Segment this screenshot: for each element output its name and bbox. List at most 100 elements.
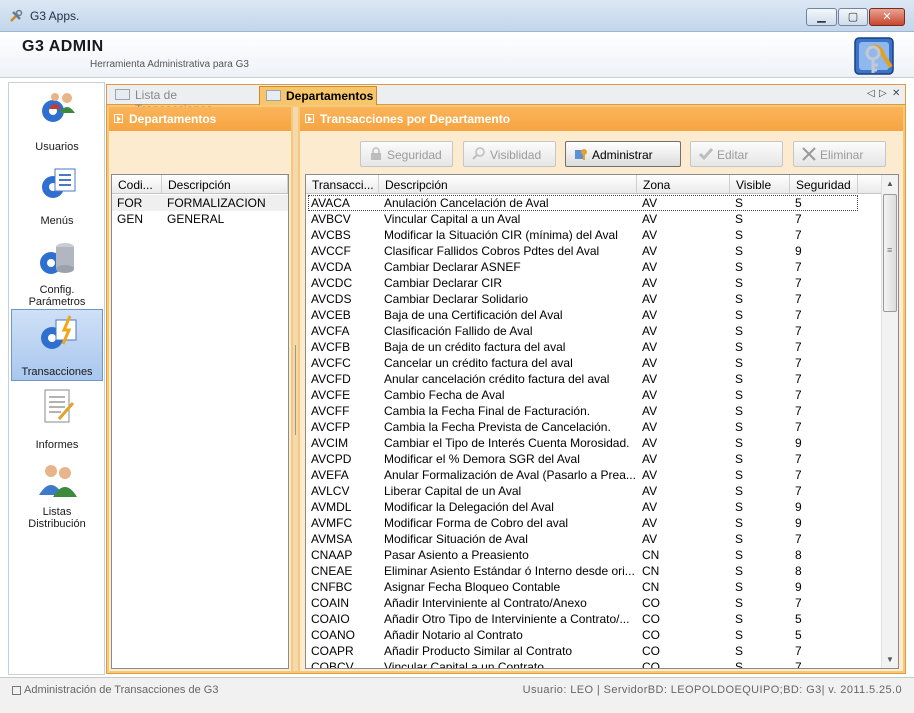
maximize-button[interactable]: ▢ [838,8,868,26]
scroll-thumb[interactable]: ≡ [883,194,897,312]
vertical-scrollbar[interactable]: ▲ ≡ ▼ [881,175,898,668]
cell-visible: S [735,260,744,274]
status-right-text: Usuario: LEO | ServidorBD: LEOPOLDOEQUIP… [522,684,902,696]
table-row[interactable]: AVEFA Anular Formalización de Aval (Pasar… [306,467,898,483]
cell-visible: S [735,308,744,322]
cell-transaccion: AVEFA [311,468,349,482]
cell-zona: AV [642,356,658,370]
cell-visible: S [735,388,744,402]
app-header: G3 ADMIN Herramienta Administrativa para… [0,32,914,78]
nav-item-transacciones[interactable]: Transacciones [11,309,103,381]
table-row[interactable]: AVCBS Modificar la Situación CIR (mínima)… [306,227,898,243]
tab-departamentos[interactable]: Departamentos [259,86,377,105]
admin-key-icon [575,149,587,160]
tab-lista-transacciones[interactable]: Lista de Transacciones [109,86,259,116]
column-header-descripcion[interactable]: Descripción [379,175,637,193]
cell-visible: S [735,644,744,658]
status-left-text: Administración de Transacciones de G3 [24,684,219,696]
table-row[interactable]: AVCDA Cambiar Declarar ASNEF AV S 7 [306,259,898,275]
close-icon: ✕ [882,11,892,23]
table-row[interactable]: AVCDC Cambiar Declarar CIR AV S 7 [306,275,898,291]
table-row[interactable]: AVMDL Modificar la Delegación del Aval AV S… [306,499,898,515]
scroll-down-icon[interactable]: ▼ [882,651,898,668]
table-row[interactable]: AVCFE Cambio Fecha de Aval AV S 7 [306,387,898,403]
tab-close-icon[interactable]: ✕ [892,88,900,99]
cell-descripcion: Modificar el % Demora SGR del Aval [384,452,580,466]
table-row[interactable]: AVCFF Cambia la Fecha Final de Facturació… [306,403,898,419]
editar-button[interactable]: Editar [690,141,783,167]
cell-seguridad: 7 [795,372,802,386]
column-header-codigo[interactable]: Codi... [112,175,162,193]
cell-seguridad: 7 [795,212,802,226]
cell-transaccion: AVBCV [311,212,351,226]
table-row[interactable]: AVMSA Modificar Situación de Aval AV S 7 [306,531,898,547]
cell-visible: S [735,356,744,370]
table-row[interactable]: COAIN Añadir Interviniente al Contrato/An… [306,595,898,611]
cell-descripcion: Anular cancelación crédito factura del a… [384,372,610,386]
cell-transaccion: AVMSA [311,532,353,546]
column-header-zona[interactable]: Zona [637,175,730,193]
scroll-up-icon[interactable]: ▲ [882,175,898,192]
seguridad-button[interactable]: Seguridad [360,141,453,167]
panel-splitter[interactable] [293,107,298,671]
nav-item-menus[interactable]: Menús [11,161,103,233]
tab-scroll-left-icon[interactable]: ◁ [867,88,875,99]
table-row[interactable]: AVCDS Cambiar Declarar Solidario AV S 7 [306,291,898,307]
column-header-visible[interactable]: Visible [730,175,790,193]
cell-zona: AV [642,212,658,226]
transacciones-panel-header[interactable]: Transacciones por Departamento [300,107,903,131]
cell-seguridad: 7 [795,420,802,434]
table-row[interactable]: COAIO Añadir Otro Tipo de Interviniente a… [306,611,898,627]
cell-descripcion: Eliminar Asiento Estándar ó Interno desd… [384,564,635,578]
nav-item-config-parametros[interactable]: Config. Parámetros [11,235,103,308]
cell-descripcion: Anular Formalización de Aval (Pasarlo a … [384,468,636,482]
cell-visible: S [735,372,744,386]
departamentos-grid: Codi... Descripción FOR FORMALIZACION GE… [111,174,289,669]
table-row[interactable]: AVCEB Baja de una Certificación del Aval A… [306,307,898,323]
row-focus-indicator [308,195,858,211]
minimize-button[interactable]: ▁ [806,8,837,26]
table-row[interactable]: FOR FORMALIZACION [112,195,288,211]
administrar-button[interactable]: Administrar [565,141,681,167]
table-row[interactable]: COAPR Añadir Producto Similar al Contrato… [306,643,898,659]
table-row[interactable]: CNEAE Eliminar Asiento Estándar ó Interno… [306,563,898,579]
table-row[interactable]: AVLCV Liberar Capital de un Aval AV S 7 [306,483,898,499]
close-button[interactable]: ✕ [869,8,905,26]
nav-item-listas-distribucion[interactable]: Listas Distribución [11,457,103,530]
cell-visible: S [735,436,744,450]
cell-zona: AV [642,532,658,546]
table-row[interactable]: AVCFD Anular cancelación crédito factura … [306,371,898,387]
visibilidad-button[interactable]: Visiblidad [463,141,556,167]
table-row[interactable]: AVMFC Modificar Forma de Cobro del aval AV… [306,515,898,531]
table-row[interactable]: AVCIM Cambiar el Tipo de Interés Cuenta M… [306,435,898,451]
table-row[interactable]: CNAAP Pasar Asiento a Preasiento CN S 8 [306,547,898,563]
cell-seguridad: 7 [795,228,802,242]
nav-item-usuarios[interactable]: Usuarios [11,85,103,157]
table-row[interactable]: AVBCV Vincular Capital a un Aval AV S 7 [306,211,898,227]
button-label: Eliminar [820,148,864,162]
table-row[interactable]: AVCPD Modificar el % Demora SGR del Aval A… [306,451,898,467]
table-row[interactable]: COANO Añadir Notario al Contrato CO S 5 [306,627,898,643]
check-edit-icon [699,148,713,161]
maximize-icon: ▢ [847,11,859,23]
tab-scroll-right-icon[interactable]: ▷ [879,88,887,99]
table-row[interactable]: COBCV Vincular Capital a un Contrato CO S 7 [306,659,898,668]
cell-descripcion: Asignar Fecha Bloqueo Contable [384,580,561,594]
column-header-descripcion[interactable]: Descripción [162,175,288,193]
table-row[interactable]: AVCFC Cancelar un crédito factura del ava… [306,355,898,371]
column-header-seguridad[interactable]: Seguridad [790,175,858,193]
departamentos-panel-header[interactable]: Departamentos [109,107,291,131]
table-row[interactable]: AVCFA Clasificación Fallido de Aval AV S 7 [306,323,898,339]
app-title: G3 ADMIN [22,38,104,55]
cell-transaccion: AVCFA [311,324,350,338]
table-row[interactable]: CNFBC Asignar Fecha Bloqueo Contable CN S 9 [306,579,898,595]
cell-seguridad: 7 [795,404,802,418]
table-row[interactable]: AVCCF Clasificar Fallidos Cobros Pdtes de… [306,243,898,259]
cell-visible: S [735,612,744,626]
column-header-transaccion[interactable]: Transacci... [306,175,379,193]
table-row[interactable]: AVCFB Baja de un crédito factura del aval… [306,339,898,355]
table-row[interactable]: AVCFP Cambia la Fecha Prevista de Cancela… [306,419,898,435]
nav-item-informes[interactable]: Informes [11,383,103,455]
table-row[interactable]: GEN GENERAL [112,211,288,227]
eliminar-button[interactable]: Eliminar [793,141,886,167]
